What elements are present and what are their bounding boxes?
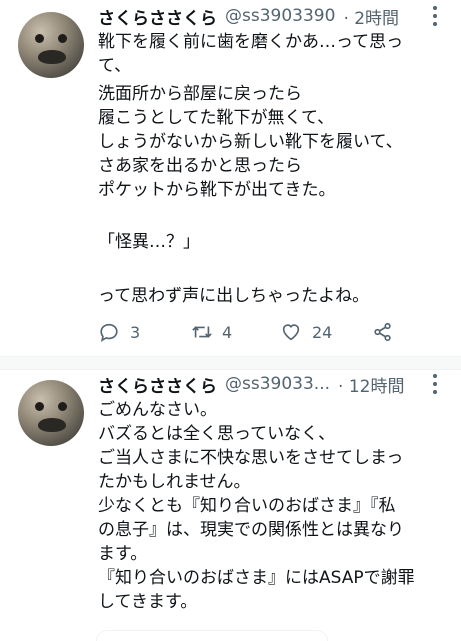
share-button[interactable] (372, 321, 394, 343)
reply-icon (100, 323, 118, 342)
tweet-line: ごめんなさい。 (98, 400, 217, 420)
share-icon (374, 322, 391, 342)
tweet-line: 履こうとしてた靴下が無くて、 (98, 108, 335, 128)
more-vertical-icon[interactable] (427, 6, 443, 26)
tweet-header: さくらささくら @ss3903390 · 2時間 (98, 2, 399, 30)
tweet-line: ます。 (98, 544, 148, 564)
tweet-line: 靴下を履く前に歯を磨くかあ…って思っ (98, 32, 404, 52)
tweet-text: ごめんなさい。 バズるとは全く思っていなく、 ご当人さまに不快な思いをさせてしま… (98, 398, 448, 614)
tweet-header: さくらささくら @ss39033... · 12時間 (98, 370, 404, 398)
more-vertical-icon[interactable] (427, 374, 443, 394)
like-button[interactable]: 24 (280, 321, 332, 343)
tweet-line: って思わず声に出しちゃったよね。 (98, 286, 370, 306)
timestamp[interactable]: · 12時間 (338, 372, 404, 397)
tweet-line (98, 254, 448, 278)
reply-count: 3 (130, 322, 141, 342)
display-name[interactable]: さくらささくら (98, 372, 217, 397)
tweet-line: 『知り合いのおばさま』にはASAPで謝罪 (98, 568, 415, 588)
tweet-line: 「怪異…？」 (98, 232, 200, 252)
heart-icon (282, 324, 300, 341)
user-handle[interactable]: @ss39033... (225, 374, 330, 394)
avatar[interactable] (18, 380, 84, 446)
tweet-line: バズるとは全く思っていなく、 (98, 424, 336, 444)
quoted-card-edge (96, 630, 328, 641)
tweet-line: ご当人さまに不快な思いをさせてしまっ (98, 448, 404, 468)
tweet-line: の息子』は、現実での関係性とは異なり (98, 520, 404, 540)
reply-button[interactable]: 3 (98, 321, 140, 343)
tweet[interactable]: さくらささくら @ss39033... · 12時間 ごめんなさい。 バズるとは… (0, 368, 461, 640)
tweet-actions: 3 4 24 (98, 318, 398, 346)
user-handle[interactable]: @ss3903390 (225, 6, 335, 26)
retweet-count: 4 (222, 322, 233, 342)
tweet-line: さあ家を出るかと思ったら (98, 156, 302, 176)
tweet-line (98, 202, 448, 226)
tweet-line: しょうがないから新しい靴下を履いて、 (98, 132, 403, 152)
tweet-line: たかもしれません。 (98, 472, 251, 492)
tweet-line: ポケットから靴下が出てきた。 (98, 180, 336, 200)
tweet[interactable]: さくらささくら @ss3903390 · 2時間 靴下を履く前に歯を磨くかあ…っ… (0, 0, 461, 354)
display-name[interactable]: さくらささくら (98, 4, 217, 29)
tweet-line: て、 (98, 56, 132, 76)
tweet-line: 洗面所から部屋に戻ったら (98, 84, 302, 104)
like-count: 24 (312, 322, 333, 342)
timestamp[interactable]: · 2時間 (343, 4, 399, 29)
avatar[interactable] (18, 12, 84, 78)
retweet-icon (192, 326, 212, 338)
tweet-line: してきます。 (98, 592, 198, 612)
retweet-button[interactable]: 4 (190, 321, 232, 343)
tweet-line: 少なくとも『知り合いのおばさま』『私 (98, 496, 396, 516)
tweet-text: 靴下を履く前に歯を磨くかあ…って思っ て、 洗面所から部屋に戻ったら 履こうとし… (98, 30, 448, 308)
